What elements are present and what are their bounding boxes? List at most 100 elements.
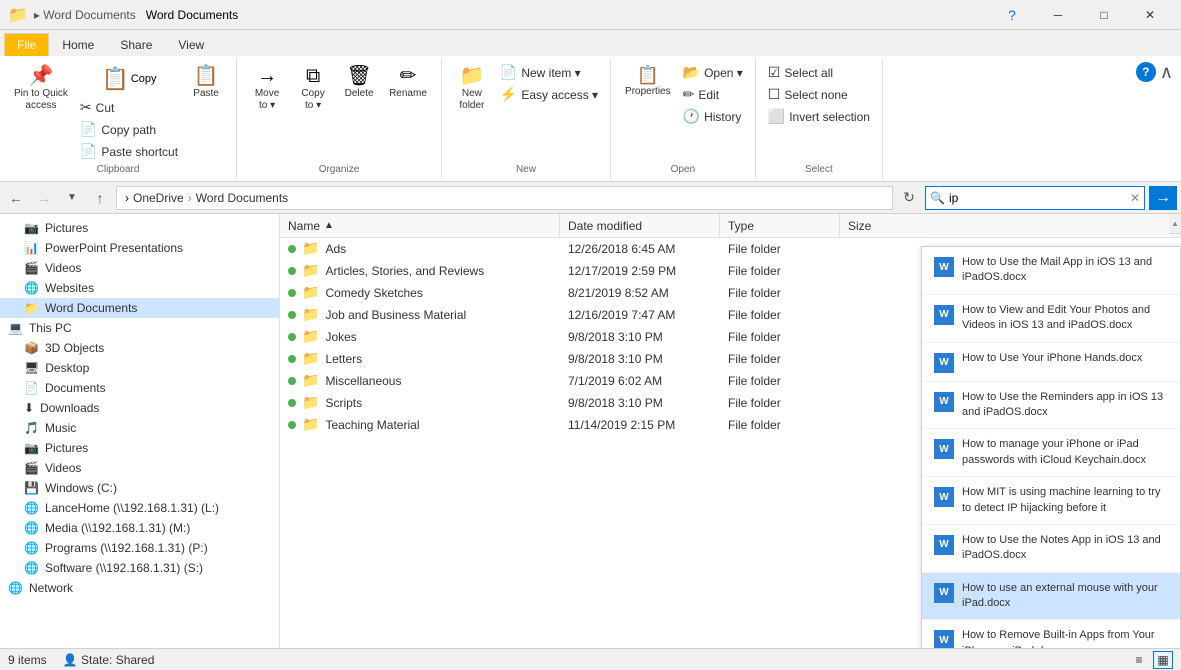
pin-icon: 📌 bbox=[29, 66, 54, 86]
search-result-item[interactable]: W How to View and Edit Your Photos and V… bbox=[922, 295, 1180, 343]
search-clear-button[interactable]: ✕ bbox=[1130, 191, 1140, 205]
sidebar-item-3d-objects[interactable]: 📦 3D Objects bbox=[0, 338, 279, 358]
search-result-item[interactable]: W How to manage your iPhone or iPad pass… bbox=[922, 429, 1180, 477]
col-header-date[interactable]: Date modified bbox=[560, 214, 720, 237]
sidebar-item-ppt[interactable]: 📊 PowerPoint Presentations bbox=[0, 238, 279, 258]
shared-text: Shared bbox=[116, 653, 155, 667]
folder-icon: 📁 bbox=[302, 372, 319, 389]
copy-to-button[interactable]: ⧉ Copyto ▾ bbox=[291, 62, 335, 116]
refresh-button[interactable]: ↻ bbox=[897, 186, 921, 210]
sidebar-item-desktop[interactable]: 🖥 Desktop bbox=[0, 358, 279, 378]
view-details-button[interactable]: ≡ bbox=[1129, 651, 1149, 669]
sidebar-item-videos[interactable]: 🎬 Videos bbox=[0, 258, 279, 278]
new-item-button[interactable]: 📄 New item ▾ bbox=[496, 62, 602, 83]
doc-icon: W bbox=[934, 535, 954, 555]
delete-button[interactable]: 🗑 Delete bbox=[337, 62, 381, 104]
tab-file[interactable]: File bbox=[4, 33, 49, 56]
easy-access-button[interactable]: ⚡ Easy access ▾ bbox=[496, 84, 602, 105]
status-left: 9 items 👤 State: Shared bbox=[8, 653, 154, 667]
new-folder-button[interactable]: 📁 Newfolder bbox=[450, 62, 494, 116]
search-result-item[interactable]: W How to Remove Built-in Apps from Your … bbox=[922, 620, 1180, 648]
tab-share[interactable]: Share bbox=[107, 33, 165, 56]
result-text: How to Use the Notes App in iOS 13 and i… bbox=[962, 533, 1168, 564]
sidebar-item-lance-home[interactable]: 🌐 LanceHome (\\192.168.1.31) (L:) bbox=[0, 498, 279, 518]
minimize-button[interactable]: ─ bbox=[1035, 0, 1081, 30]
sidebar-item-software[interactable]: 🌐 Software (\\192.168.1.31) (S:) bbox=[0, 558, 279, 578]
copy-button-large[interactable]: 📋 Copy bbox=[76, 62, 182, 96]
forward-button[interactable]: → bbox=[32, 186, 56, 210]
back-button[interactable]: ← bbox=[4, 186, 28, 210]
sidebar-item-network[interactable]: 🌐 Network bbox=[0, 578, 279, 598]
sync-dot bbox=[288, 399, 296, 407]
sidebar-item-media[interactable]: 🌐 Media (\\192.168.1.31) (M:) bbox=[0, 518, 279, 538]
tab-home[interactable]: Home bbox=[49, 33, 107, 56]
new-item-icon: 📄 bbox=[500, 64, 517, 81]
path-onedrive[interactable]: OneDrive bbox=[133, 191, 184, 205]
maximize-button[interactable]: □ bbox=[1081, 0, 1127, 30]
path-word-docs[interactable]: Word Documents bbox=[196, 191, 288, 205]
search-result-item[interactable]: W How to Use the Mail App in iOS 13 and … bbox=[922, 247, 1180, 295]
doc-icon: W bbox=[934, 353, 954, 373]
file-name: Miscellaneous bbox=[325, 374, 401, 388]
file-type: File folder bbox=[720, 286, 840, 300]
open-button[interactable]: 📂 Open ▾ bbox=[679, 62, 747, 83]
search-result-item-active[interactable]: W How to use an external mouse with your… bbox=[922, 573, 1180, 621]
recent-locations-button[interactable]: ▼ bbox=[60, 186, 84, 210]
select-none-button[interactable]: ☐ Select none bbox=[764, 84, 874, 105]
new-item-label: New item ▾ bbox=[521, 66, 580, 80]
move-to-button[interactable]: → Moveto ▾ bbox=[245, 62, 289, 116]
sidebar-item-pictures[interactable]: 📷 Pictures bbox=[0, 218, 279, 238]
sidebar-item-word-docs[interactable]: 📁 Word Documents bbox=[0, 298, 279, 318]
sync-dot bbox=[288, 267, 296, 275]
doc-icon: W bbox=[934, 439, 954, 459]
paste-shortcut-button[interactable]: 📄 Paste shortcut bbox=[76, 141, 182, 162]
cut-button[interactable]: ✂ Cut bbox=[76, 97, 182, 118]
sidebar-item-music[interactable]: 🎵 Music bbox=[0, 418, 279, 438]
scroll-up-indicator[interactable]: ▲ bbox=[1169, 214, 1181, 234]
paste-button[interactable]: 📋 Paste bbox=[184, 62, 228, 104]
sidebar-item-downloads[interactable]: ⬇ Downloads bbox=[0, 398, 279, 418]
pin-quick-access-button[interactable]: 📌 Pin to Quick access bbox=[8, 62, 74, 116]
search-result-item[interactable]: W How MIT is using machine learning to t… bbox=[922, 477, 1180, 525]
file-date: 8/21/2019 8:52 AM bbox=[560, 286, 720, 300]
websites-folder-icon: 🌐 bbox=[24, 281, 39, 295]
search-result-item[interactable]: W How to Use Your iPhone Hands.docx bbox=[922, 343, 1180, 382]
search-go-button[interactable]: → bbox=[1149, 186, 1177, 210]
sidebar-item-documents-label: Documents bbox=[45, 381, 106, 395]
help-button[interactable]: ? bbox=[989, 0, 1035, 30]
search-input[interactable] bbox=[949, 191, 1126, 205]
view-list-button[interactable]: ▦ bbox=[1153, 651, 1173, 669]
sidebar-item-documents[interactable]: 📄 Documents bbox=[0, 378, 279, 398]
select-all-button[interactable]: ☑ Select all bbox=[764, 62, 874, 83]
invert-selection-button[interactable]: ⬜ Invert selection bbox=[764, 106, 874, 127]
tab-view[interactable]: View bbox=[165, 33, 217, 56]
address-path[interactable]: › OneDrive › Word Documents bbox=[116, 186, 893, 210]
rename-button[interactable]: ✏ Rename bbox=[383, 62, 433, 104]
file-type: File folder bbox=[720, 352, 840, 366]
col-header-type[interactable]: Type bbox=[720, 214, 840, 237]
sidebar: 📷 Pictures 📊 PowerPoint Presentations 🎬 … bbox=[0, 214, 280, 648]
sidebar-item-windows-c[interactable]: 💾 Windows (C:) bbox=[0, 478, 279, 498]
history-button[interactable]: 🕐 History bbox=[679, 106, 747, 127]
sidebar-item-websites[interactable]: 🌐 Websites bbox=[0, 278, 279, 298]
sidebar-item-pictures2[interactable]: 📷 Pictures bbox=[0, 438, 279, 458]
close-button[interactable]: ✕ bbox=[1127, 0, 1173, 30]
col-header-name[interactable]: Name ▲ bbox=[280, 214, 560, 237]
help-icon[interactable]: ? bbox=[1136, 62, 1156, 82]
sidebar-item-programs[interactable]: 🌐 Programs (\\192.168.1.31) (P:) bbox=[0, 538, 279, 558]
up-button[interactable]: ↑ bbox=[88, 186, 112, 210]
edit-button[interactable]: ✏ Edit bbox=[679, 84, 747, 105]
sidebar-item-ppt-label: PowerPoint Presentations bbox=[45, 241, 183, 255]
properties-button[interactable]: 📋 Properties bbox=[619, 62, 677, 102]
select-none-label: Select none bbox=[784, 88, 847, 102]
search-result-item[interactable]: W How to Use the Reminders app in iOS 13… bbox=[922, 382, 1180, 430]
sidebar-item-videos2[interactable]: 🎬 Videos bbox=[0, 458, 279, 478]
ribbon-collapse-icon[interactable]: ∧ bbox=[1160, 62, 1173, 83]
col-header-size[interactable]: Size bbox=[840, 214, 1181, 237]
search-result-item[interactable]: W How to Use the Notes App in iOS 13 and… bbox=[922, 525, 1180, 573]
copy-path-button[interactable]: 📄 Copy path bbox=[76, 119, 182, 140]
sync-dot bbox=[288, 245, 296, 253]
item-count: 9 items bbox=[8, 653, 47, 667]
sidebar-item-this-pc[interactable]: 💻 This PC bbox=[0, 318, 279, 338]
new-content: 📁 Newfolder 📄 New item ▾ ⚡ Easy access ▾ bbox=[450, 62, 602, 162]
